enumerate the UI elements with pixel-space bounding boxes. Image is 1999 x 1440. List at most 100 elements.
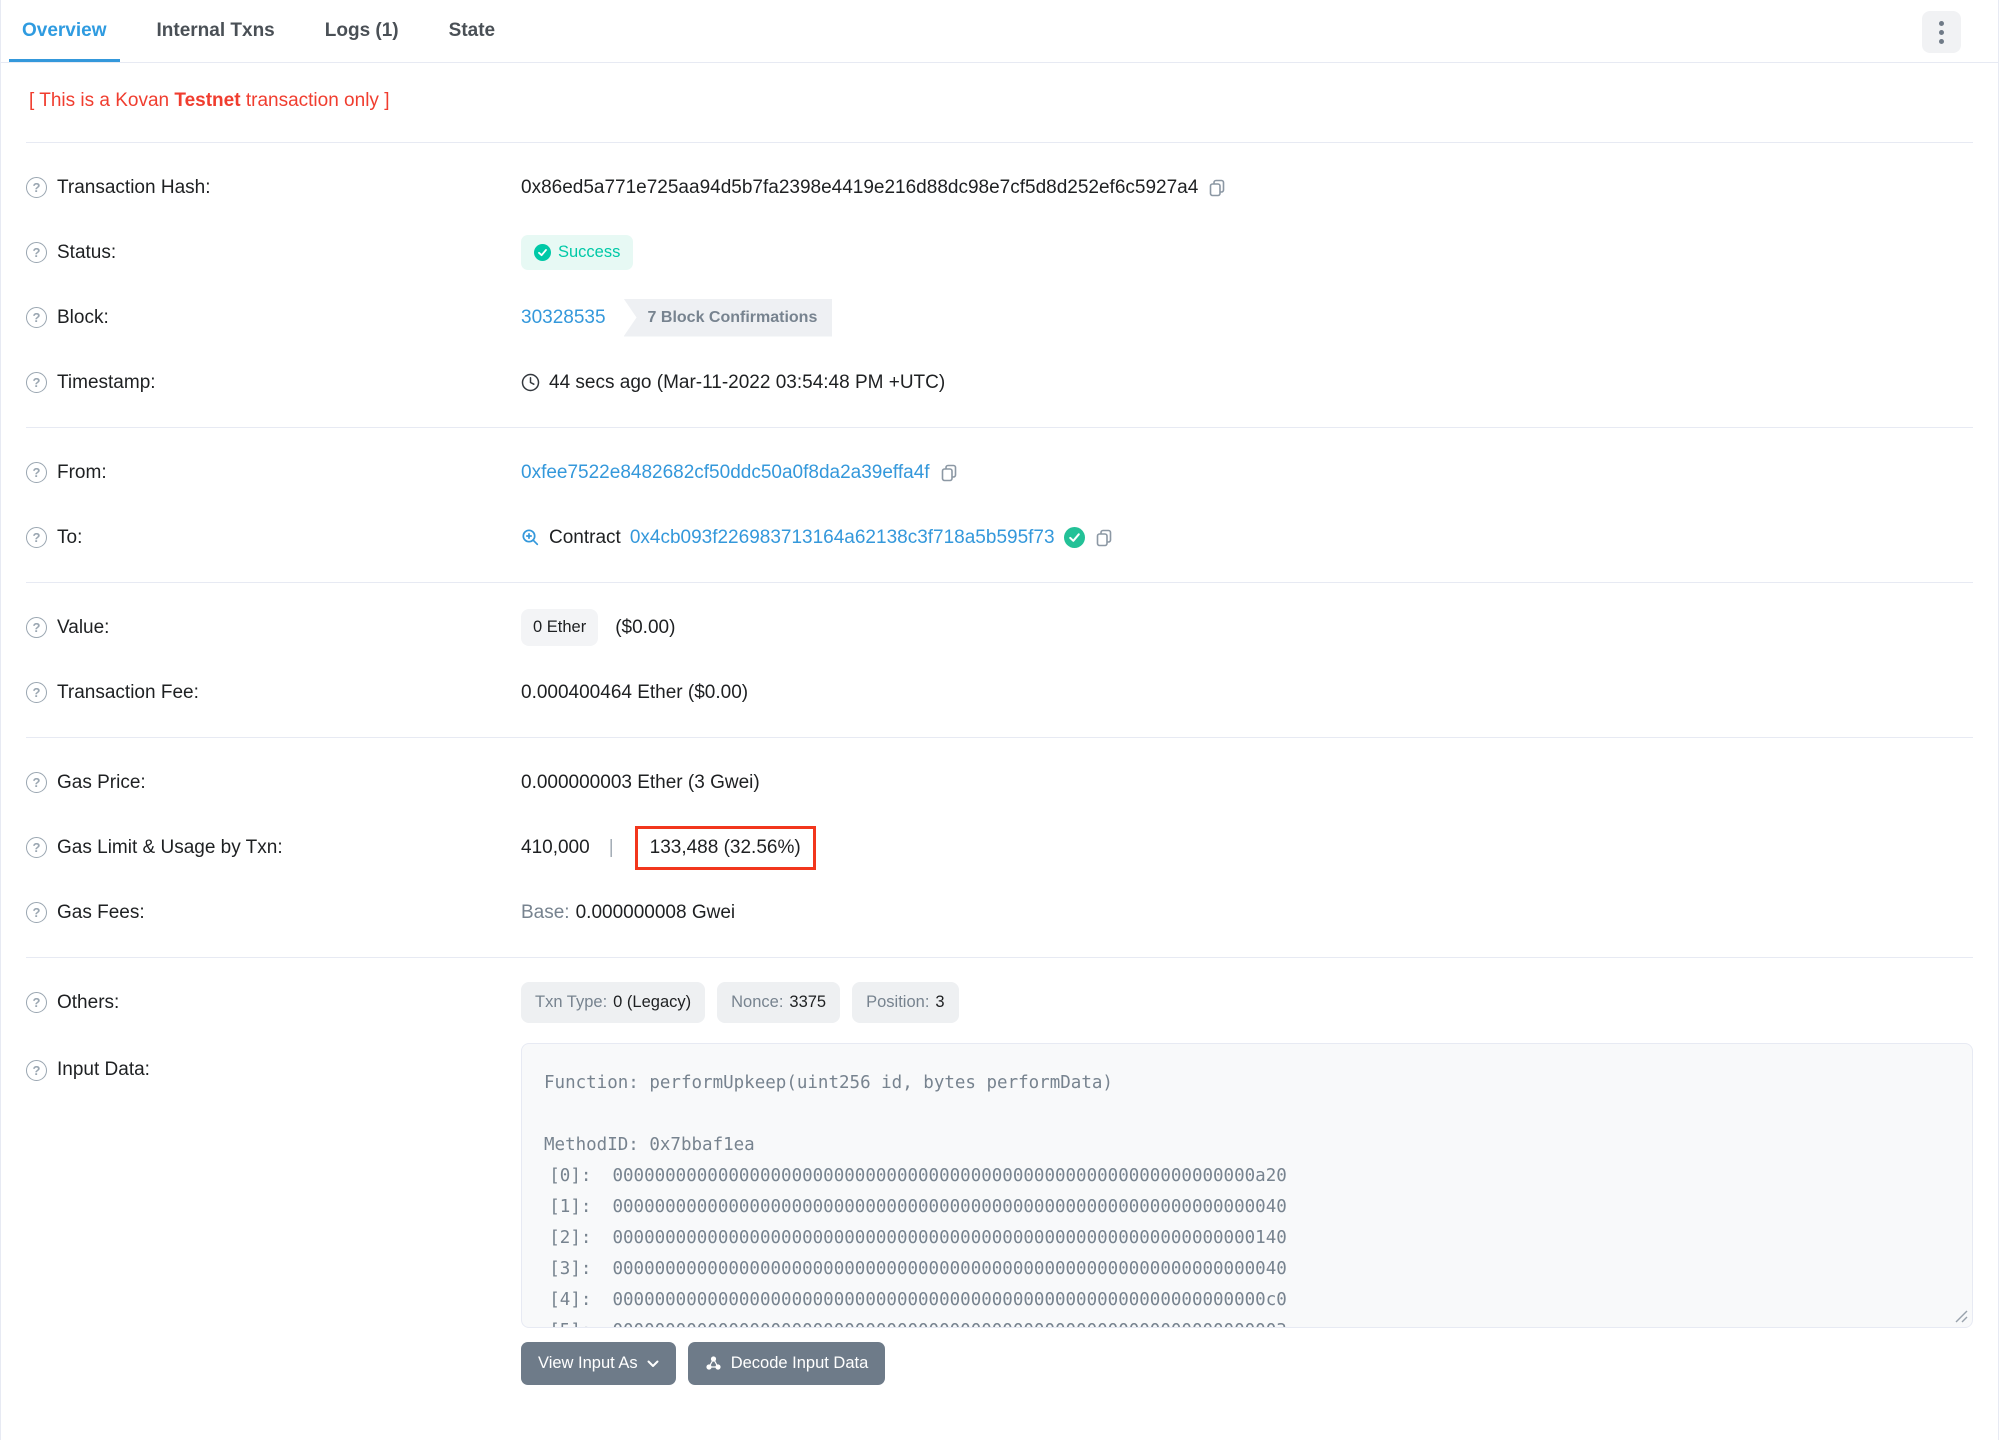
gas-price-label: Gas Price:	[57, 771, 146, 793]
status-badge-text: Success	[558, 243, 621, 261]
clock-icon	[521, 373, 540, 392]
input-param-line: [5]:000000000000000000000000000000000000…	[544, 1316, 1950, 1327]
overview-panel: [ This is a Kovan Testnet transaction on…	[1, 63, 1998, 1440]
to-label: To:	[57, 526, 83, 548]
notice-prefix: [ This is a Kovan	[29, 90, 175, 111]
transaction-hash-value: 0x86ed5a771e725aa94d5b7fa2398e4419e216d8…	[521, 176, 1199, 198]
row-gas-price: ? Gas Price: 0.000000003 Ether (3 Gwei)	[26, 750, 1973, 815]
tab-state[interactable]: State	[436, 0, 508, 62]
tab-overview[interactable]: Overview	[9, 0, 120, 62]
help-icon[interactable]: ?	[26, 527, 47, 548]
status-label: Status:	[57, 241, 117, 263]
value-ether-badge: 0 Ether	[521, 609, 599, 646]
to-contract-prefix: Contract	[549, 526, 621, 548]
copy-icon	[941, 464, 956, 481]
tab-internal-txns[interactable]: Internal Txns	[144, 0, 288, 62]
row-others: ? Others: Txn Type: 0 (Legacy) Nonce: 33…	[26, 970, 1973, 1035]
block-confirmations-badge: 7 Block Confirmations	[623, 298, 833, 337]
contract-preview-button[interactable]	[521, 528, 540, 547]
row-timestamp: ? Timestamp: 44 secs ago (Mar-11-2022 03…	[26, 350, 1973, 415]
row-to: ? To: Contract 0x4cb093f226983713164a621…	[26, 505, 1973, 570]
gas-price-value: 0.000000003 Ether (3 Gwei)	[521, 771, 760, 793]
help-icon[interactable]: ?	[26, 462, 47, 483]
check-circle-icon	[534, 244, 551, 261]
view-input-as-button[interactable]: View Input As	[521, 1342, 676, 1385]
txn-type-badge: Txn Type: 0 (Legacy)	[521, 982, 706, 1023]
input-methodid-line: MethodID: 0x7bbaf1ea	[544, 1135, 755, 1155]
input-param-line: [2]: 000000000000000000000000000000000000…	[549, 1228, 1287, 1248]
magnifier-plus-icon	[522, 529, 539, 546]
section-others-input: ? Others: Txn Type: 0 (Legacy) Nonce: 33…	[26, 957, 1973, 1397]
help-icon[interactable]: ?	[26, 1059, 47, 1081]
decode-input-data-label: Decode Input Data	[730, 1354, 869, 1372]
block-label: Block:	[57, 306, 109, 328]
position-key: Position:	[866, 993, 930, 1011]
gas-limit-value: 410,000	[521, 836, 590, 858]
input-function-line: Function: performUpkeep(uint256 id, byte…	[544, 1073, 1113, 1093]
tab-overview-label: Overview	[22, 20, 107, 41]
copy-icon	[1096, 529, 1111, 546]
kebab-icon	[1939, 20, 1944, 44]
help-icon[interactable]: ?	[26, 307, 47, 328]
decode-input-data-button[interactable]: Decode Input Data	[687, 1342, 886, 1385]
help-icon[interactable]: ?	[26, 242, 47, 263]
timestamp-value: 44 secs ago (Mar-11-2022 03:54:48 PM +UT…	[549, 371, 946, 393]
to-address-link[interactable]: 0x4cb093f226983713164a62138c3f718a5b595f…	[630, 527, 1055, 549]
nonce-badge: Nonce: 3375	[717, 982, 841, 1023]
help-icon[interactable]: ?	[26, 902, 47, 923]
block-number-link[interactable]: 30328535	[521, 307, 606, 329]
notice-bold: Testnet	[174, 90, 241, 111]
testnet-notice: [ This is a Kovan Testnet transaction on…	[26, 63, 1973, 142]
input-param-line: [1]: 000000000000000000000000000000000000…	[549, 1197, 1287, 1217]
gas-fees-base-value: 0.000000008 Gwei	[575, 901, 736, 923]
section-from-to: ? From: 0xfee7522e8482682cf50ddc50a0f8da…	[26, 427, 1973, 582]
section-value-fee: ? Value: 0 Ether ($0.00) ? Transaction F…	[26, 582, 1973, 737]
gas-usage-value: 133,488 (32.56%)	[649, 836, 801, 858]
from-label: From:	[57, 461, 107, 483]
chevron-down-icon	[647, 1360, 659, 1367]
copy-from-address-button[interactable]	[939, 463, 959, 483]
section-gas: ? Gas Price: 0.000000003 Ether (3 Gwei) …	[26, 737, 1973, 957]
row-transaction-fee: ? Transaction Fee: 0.000400464 Ether ($0…	[26, 660, 1973, 725]
from-address-link[interactable]: 0xfee7522e8482682cf50ddc50a0f8da2a39effa…	[521, 462, 930, 484]
help-icon[interactable]: ?	[26, 772, 47, 793]
others-label: Others:	[57, 991, 120, 1013]
verified-check-icon	[1063, 527, 1085, 548]
help-icon[interactable]: ?	[26, 992, 47, 1013]
input-data-label: Input Data:	[57, 1059, 150, 1080]
copy-hash-button[interactable]	[1207, 178, 1227, 198]
resize-handle[interactable]	[1953, 1308, 1969, 1324]
help-icon[interactable]: ?	[26, 372, 47, 393]
position-value: 3	[935, 993, 945, 1011]
transaction-fee-label: Transaction Fee:	[57, 681, 199, 703]
gas-fees-base-label: Base:	[521, 901, 570, 923]
tab-internal-txns-label: Internal Txns	[156, 20, 275, 41]
input-data-textarea[interactable]: Function: performUpkeep(uint256 id, byte…	[521, 1043, 1973, 1328]
position-badge: Position: 3	[852, 982, 959, 1023]
input-blank-line	[544, 1099, 1950, 1130]
value-usd: ($0.00)	[615, 616, 676, 638]
help-icon[interactable]: ?	[26, 837, 47, 858]
input-data-actions: View Input As Decode Input Data	[521, 1342, 1973, 1385]
help-icon[interactable]: ?	[26, 682, 47, 703]
transaction-hash-label: Transaction Hash:	[57, 176, 211, 198]
gas-fees-label: Gas Fees:	[57, 901, 145, 923]
copy-to-address-button[interactable]	[1094, 528, 1114, 548]
input-param-line: [3]: 000000000000000000000000000000000000…	[549, 1259, 1287, 1279]
tab-logs[interactable]: Logs (1)	[312, 0, 412, 62]
row-status: ? Status: Success	[26, 220, 1973, 285]
help-icon[interactable]: ?	[26, 617, 47, 638]
nonce-key: Nonce:	[731, 993, 784, 1011]
help-icon[interactable]: ?	[26, 177, 47, 198]
section-hash-status: ? Transaction Hash: 0x86ed5a771e725aa94d…	[26, 142, 1973, 427]
row-input-data: ? Input Data: Function: performUpkeep(ui…	[26, 1043, 1973, 1328]
gas-limit-separator: |	[608, 836, 614, 858]
timestamp-label: Timestamp:	[57, 371, 156, 393]
notice-suffix: transaction only ]	[240, 90, 390, 111]
more-options-button[interactable]	[1922, 11, 1961, 53]
txn-type-key: Txn Type:	[535, 993, 608, 1011]
decode-icon	[706, 1356, 721, 1370]
input-param-line: [4]: 000000000000000000000000000000000000…	[549, 1290, 1287, 1310]
row-gas-fees: ? Gas Fees: Base: 0.000000008 Gwei	[26, 880, 1973, 945]
row-transaction-hash: ? Transaction Hash: 0x86ed5a771e725aa94d…	[26, 155, 1973, 220]
